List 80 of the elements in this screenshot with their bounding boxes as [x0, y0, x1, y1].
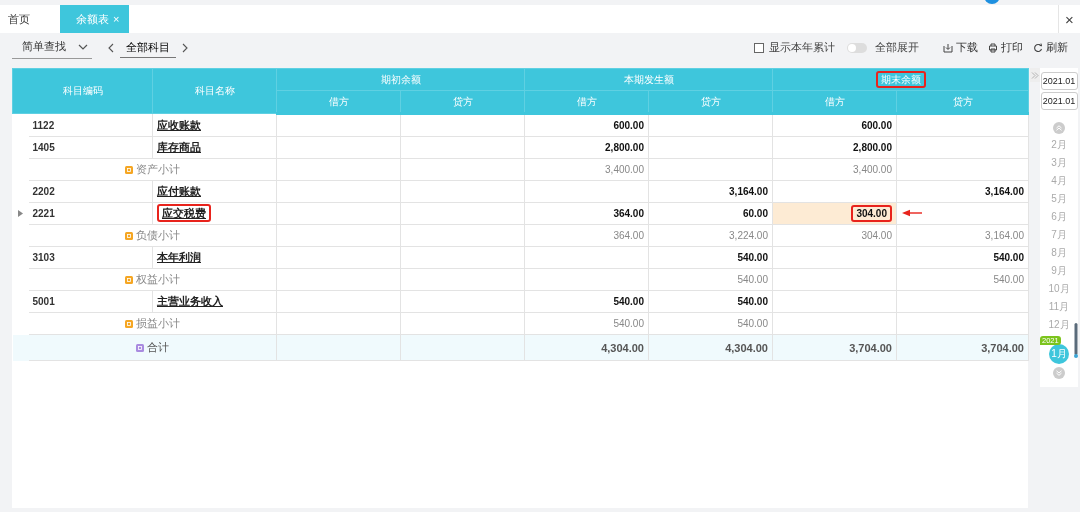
table-cell: 3,164.00 — [896, 180, 1029, 203]
search-mode-dropdown[interactable]: 简单查找 — [12, 36, 92, 59]
table-cell: 304.00 — [772, 224, 897, 247]
column-header: 贷方 — [400, 90, 525, 114]
row-label: 权益小计 — [135, 272, 180, 287]
table-cell: 3,164.00 — [896, 224, 1029, 247]
row-label: 合计 — [146, 340, 169, 355]
column-header: 科目名称 — [152, 68, 277, 114]
printer-icon — [988, 42, 998, 53]
table-cell: 1122 — [28, 113, 153, 137]
subtotal-icon — [124, 319, 133, 328]
subtotal-icon — [124, 275, 133, 284]
table-cell: 540.00 — [896, 246, 1029, 269]
date-field[interactable]: 2021.01 — [1040, 72, 1078, 90]
total-icon — [135, 343, 144, 352]
toggle-switch[interactable] — [847, 42, 867, 53]
table-cell: 600.00 — [524, 113, 649, 137]
column-header: 借方 — [524, 90, 649, 114]
table-cell: 540.00 — [648, 290, 773, 313]
column-header: 贷方 — [648, 90, 773, 114]
row-label: 负债小计 — [135, 228, 180, 243]
column-group-header: 期初余额 — [276, 68, 525, 91]
table-cell: 2202 — [28, 180, 153, 203]
column-group-header: 本期发生额 — [524, 68, 773, 91]
highlighted-header: 期末余额 — [875, 70, 926, 88]
table-cell: 540.00 — [648, 268, 773, 291]
table-cell: 1405 — [28, 136, 153, 159]
table-cell: 3,704.00 — [896, 334, 1029, 361]
account-link[interactable]: 应收账款 — [157, 118, 201, 131]
table-cell: 540.00 — [648, 312, 773, 335]
account-link[interactable]: 应付账款 — [157, 185, 201, 197]
toolbar-button[interactable]: 刷新 — [1033, 40, 1068, 55]
checkbox[interactable] — [754, 42, 764, 53]
table-cell: 364.00 — [524, 202, 649, 225]
table-cell: 3,224.00 — [648, 224, 773, 247]
next-icon[interactable] — [182, 42, 188, 53]
table-cell: 3,704.00 — [772, 334, 897, 361]
toolbar-button[interactable]: 下载 — [943, 40, 978, 55]
table-cell: 600.00 — [772, 113, 897, 137]
toggle-label: 全部展开 — [875, 40, 919, 55]
highlighted-value: 304.00 — [851, 205, 892, 222]
annotation-arrow — [902, 209, 922, 217]
table-cell: 3,400.00 — [772, 158, 897, 181]
checkbox-label: 显示本年累计 — [769, 40, 835, 55]
chevron-down-icon — [78, 43, 88, 50]
download-icon — [943, 42, 953, 53]
tab[interactable]: 首页 — [0, 5, 38, 33]
table-cell: 540.00 — [648, 246, 773, 269]
column-header: 借方 — [772, 90, 897, 114]
table-cell: 364.00 — [524, 224, 649, 247]
column-header: 科目编码 — [12, 68, 153, 114]
account-link[interactable]: 主营业务收入 — [157, 295, 223, 307]
column-header: 贷方 — [896, 90, 1029, 114]
table-cell: 4,304.00 — [648, 334, 773, 361]
toolbar-button[interactable]: 打印 — [988, 40, 1023, 55]
row-label: 损益小计 — [135, 316, 180, 331]
table-cell: 60.00 — [648, 202, 773, 225]
table-cell: 3103 — [28, 246, 153, 269]
account-link[interactable]: 应交税费 — [157, 204, 211, 222]
table-cell: 2,800.00 — [772, 136, 897, 159]
column-header: 借方 — [276, 90, 401, 114]
previous-icon[interactable] — [108, 42, 114, 53]
table-cell: 5001 — [28, 290, 153, 313]
date-field[interactable]: 2021.01 — [1040, 92, 1078, 110]
table-cell: 3,164.00 — [648, 180, 773, 203]
table-cell: 2221 — [28, 202, 153, 225]
table-cell: 540.00 — [896, 268, 1029, 291]
table-cell: 4,304.00 — [524, 334, 649, 361]
subtotal-icon — [124, 231, 133, 240]
table-cell: 3,400.00 — [524, 158, 649, 181]
subject-selector[interactable]: 全部科目 — [120, 37, 176, 58]
subtotal-icon — [124, 165, 133, 174]
scroll-thumb[interactable] — [1074, 323, 1078, 359]
table-cell: 2,800.00 — [524, 136, 649, 159]
refresh-icon — [1033, 42, 1043, 53]
table-cell: 540.00 — [524, 312, 649, 335]
account-link[interactable]: 库存商品 — [157, 141, 201, 153]
account-link[interactable]: 本年利润 — [157, 251, 201, 263]
table-cell: 540.00 — [524, 290, 649, 313]
row-label: 资产小计 — [135, 162, 180, 177]
